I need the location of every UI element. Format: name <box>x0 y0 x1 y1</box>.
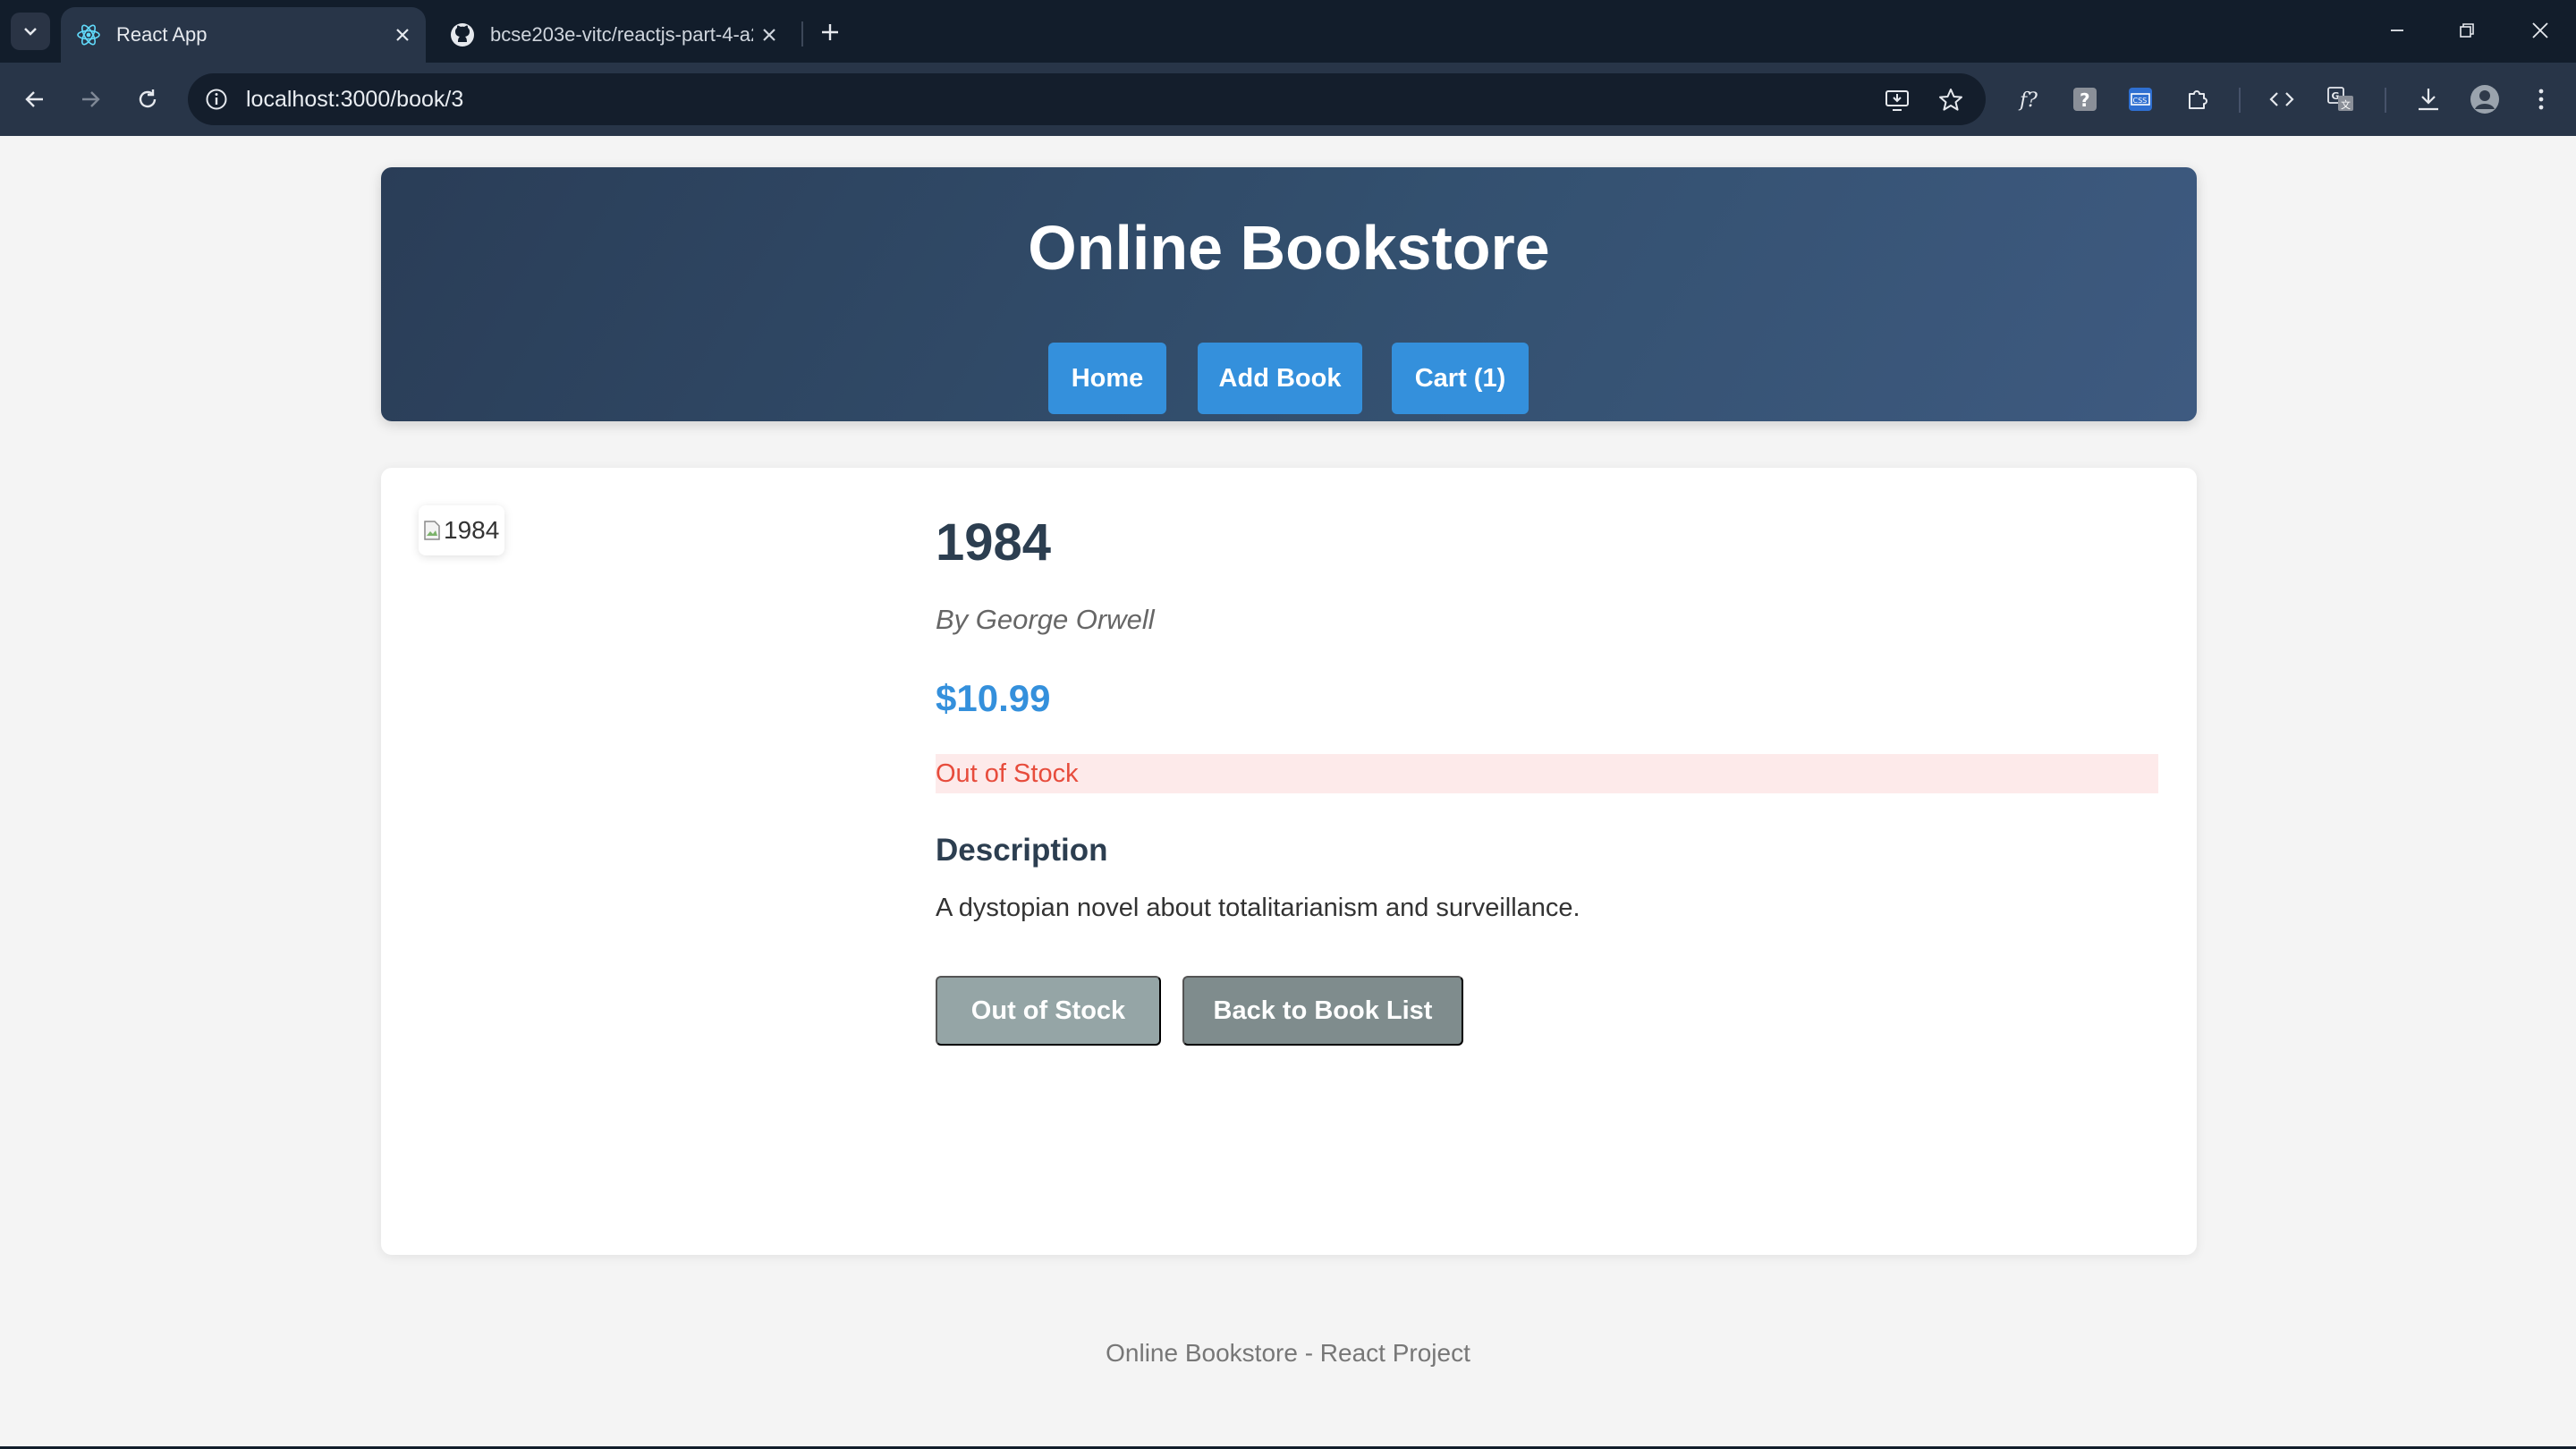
reload-button[interactable] <box>129 80 166 118</box>
back-nav-button[interactable] <box>16 80 54 118</box>
description-heading: Description <box>936 833 1108 868</box>
github-icon <box>449 21 476 48</box>
stock-status-badge: Out of Stock <box>936 754 2158 793</box>
book-cover-image: 1984 <box>419 505 504 555</box>
url-text: localhost:3000/book/3 <box>246 87 464 112</box>
restore-icon <box>2460 23 2474 38</box>
tab-title: bcse203e-vitc/reactjs-part-4-a2 <box>490 23 753 46</box>
site-info-icon[interactable] <box>202 85 231 114</box>
book-price: $10.99 <box>936 677 1051 719</box>
browser-toolbar: localhost:3000/book/3 f? ? CSS G 文 <box>0 63 2576 136</box>
broken-image-icon <box>422 519 442 542</box>
site-title: Online Bookstore <box>1028 213 1550 283</box>
page-viewport: Online Bookstore Home Add Book Cart (1) … <box>0 136 2576 1447</box>
minimize-button[interactable] <box>2372 11 2422 50</box>
translate-icon[interactable]: G 文 <box>2322 80 2360 118</box>
back-to-book-list-button[interactable]: Back to Book List <box>1182 976 1463 1046</box>
tab-search-button[interactable] <box>11 13 50 50</box>
css-extension-icon[interactable]: CSS <box>2122 80 2159 118</box>
help-extension-icon[interactable]: ? <box>2066 80 2104 118</box>
book-image-alt-text: 1984 <box>444 516 500 544</box>
close-icon <box>2532 22 2548 38</box>
forward-nav-button[interactable] <box>72 80 109 118</box>
install-app-icon[interactable] <box>1882 85 1912 115</box>
arrow-right-icon <box>82 91 100 107</box>
toolbar-divider <box>2385 88 2386 113</box>
plus-icon <box>822 24 838 40</box>
close-window-button[interactable] <box>2515 11 2565 50</box>
extensions-puzzle-icon[interactable] <box>2179 80 2216 118</box>
reload-icon <box>139 89 157 108</box>
book-description: A dystopian novel about totalitarianism … <box>936 894 1580 922</box>
nav-add-book-link[interactable]: Add Book <box>1198 343 1362 414</box>
chevron-down-icon <box>24 28 37 36</box>
close-tab-icon[interactable] <box>753 19 785 51</box>
formula-extension-icon[interactable]: f? <box>2011 80 2048 118</box>
bookmark-star-icon[interactable] <box>1936 85 1966 115</box>
browser-tabstrip: React App bcse203e-vitc/reactjs-part-4-a… <box>0 0 2576 63</box>
svg-text:文: 文 <box>2341 98 2351 111</box>
toolbar-divider <box>2239 88 2241 113</box>
main-nav: Home Add Book Cart (1) <box>381 343 2197 421</box>
minimize-icon <box>2391 30 2403 31</box>
book-author: By George Orwell <box>936 604 1155 635</box>
tab-react-app[interactable]: React App <box>61 7 426 63</box>
tab-github[interactable]: bcse203e-vitc/reactjs-part-4-a2 <box>435 7 792 63</box>
nav-home-link[interactable]: Home <box>1048 343 1166 414</box>
tab-title: React App <box>116 23 208 46</box>
svg-text:?: ? <box>2080 89 2090 111</box>
new-tab-button[interactable] <box>812 14 848 50</box>
tab-separator <box>801 21 803 47</box>
nav-cart-link[interactable]: Cart (1) <box>1392 343 1529 414</box>
add-to-cart-button-disabled[interactable]: Out of Stock <box>936 976 1161 1046</box>
arrow-left-icon <box>25 91 43 107</box>
svg-text:f?: f? <box>2018 89 2038 112</box>
profile-avatar-icon[interactable] <box>2466 80 2504 118</box>
book-detail-card: 1984 1984 By George Orwell $10.99 Out of… <box>381 468 2197 1255</box>
code-icon[interactable] <box>2263 80 2301 118</box>
menu-kebab-icon[interactable] <box>2522 80 2560 118</box>
download-icon[interactable] <box>2410 80 2447 118</box>
restore-button[interactable] <box>2442 11 2492 50</box>
react-icon <box>75 21 102 48</box>
site-header: Online Bookstore Home Add Book Cart (1) <box>381 167 2197 421</box>
close-tab-icon[interactable] <box>386 19 419 51</box>
book-title: 1984 <box>936 513 1052 572</box>
address-bar[interactable]: localhost:3000/book/3 <box>188 73 1986 125</box>
svg-text:CSS: CSS <box>2133 97 2148 105</box>
site-footer: Online Bookstore - React Project <box>1106 1339 1470 1367</box>
